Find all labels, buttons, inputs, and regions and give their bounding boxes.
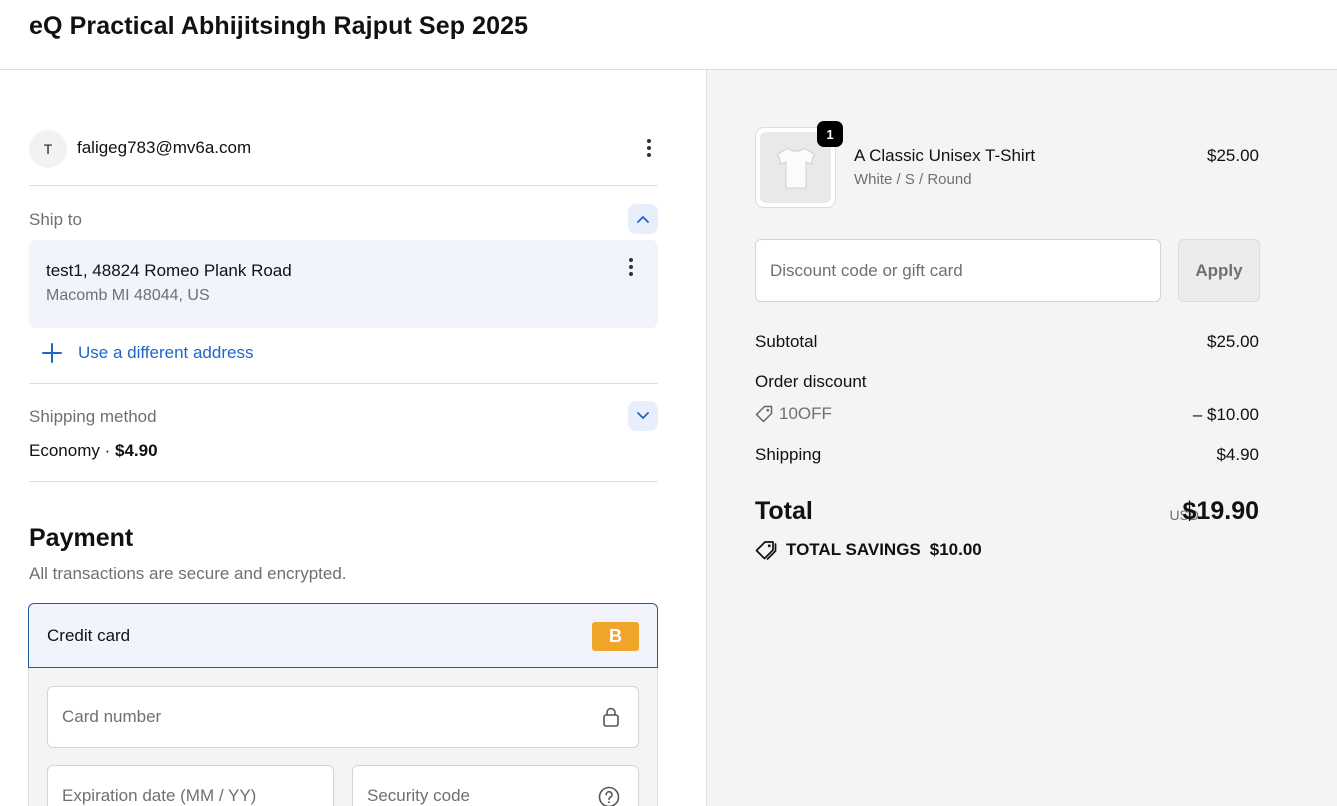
header: eQ Practical Abhijitsingh Rajput Sep 202… [0, 0, 1337, 70]
security-code-input[interactable] [367, 766, 595, 806]
tags-icon [755, 541, 777, 560]
product-price: $25.00 [1207, 146, 1259, 165]
order-summary: 1 A Classic Unisex T-Shirt White / S / R… [706, 70, 1337, 806]
expiration-date-field[interactable] [47, 765, 334, 806]
address-menu-icon[interactable] [621, 256, 641, 278]
shipping-separator: · [99, 441, 115, 460]
avatar: T [29, 130, 67, 168]
security-code-field[interactable] [352, 765, 639, 806]
payment-title: Payment [29, 524, 134, 552]
shipping-value: $4.90 [1216, 445, 1259, 464]
subtotal-value: $25.00 [1207, 332, 1259, 351]
total-savings-value: $10.00 [929, 540, 982, 559]
credit-card-form [28, 668, 658, 806]
total-value: $19.90 [1182, 497, 1259, 525]
use-different-address-link[interactable]: Use a different address [41, 342, 253, 364]
discount-value: – $10.00 [1192, 405, 1259, 424]
help-circle-icon[interactable] [598, 786, 620, 806]
divider [29, 383, 658, 384]
selected-address-card[interactable]: test1, 48824 Romeo Plank Road Macomb MI … [29, 240, 658, 328]
product-name: A Classic Unisex T-Shirt [854, 146, 1036, 165]
shipping-method-value: Economy · $4.90 [29, 441, 158, 461]
subtotal-label: Subtotal [755, 332, 818, 351]
total-savings-label: TOTAL SAVINGS [786, 540, 921, 559]
expiration-date-input[interactable] [62, 766, 290, 806]
divider [29, 481, 658, 482]
shipping-method-label: Shipping method [29, 407, 157, 426]
checkout-main: T faligeg783@mv6a.com Ship to test1, 488… [0, 70, 706, 806]
address-line1: test1, 48824 Romeo Plank Road [46, 261, 292, 280]
shipping-method-name: Economy [29, 441, 100, 460]
total-savings: TOTAL SAVINGS $10.00 [755, 540, 982, 560]
tag-icon [755, 405, 773, 423]
chevron-down-icon [637, 412, 649, 419]
shipping-label: Shipping [755, 445, 822, 464]
plus-icon [42, 343, 62, 363]
apply-discount-button[interactable]: Apply [1178, 239, 1260, 302]
ship-to-collapse-button[interactable] [628, 204, 658, 234]
card-number-input[interactable] [62, 687, 534, 747]
discount-field[interactable] [755, 239, 1161, 302]
credit-card-label: Credit card [47, 626, 131, 645]
payment-subtitle: All transactions are secure and encrypte… [29, 564, 347, 583]
shipping-method-price: $4.90 [114, 441, 158, 460]
total-label: Total [755, 497, 813, 525]
chevron-up-icon [637, 216, 649, 223]
card-brand-badge: B [592, 622, 639, 651]
account-menu-icon[interactable] [639, 137, 659, 159]
account-email: faligeg783@mv6a.com [77, 138, 252, 157]
use-different-address-label: Use a different address [78, 343, 254, 362]
ship-to-label: Ship to [29, 210, 82, 229]
address-line2: Macomb MI 48044, US [46, 287, 210, 304]
lock-icon [602, 707, 620, 727]
order-discount-label: Order discount [755, 372, 867, 391]
discount-code-row: 10OFF [755, 404, 832, 424]
quantity-badge: 1 [817, 121, 843, 147]
shipping-method-expand-button[interactable] [628, 401, 658, 431]
credit-card-option[interactable]: Credit card B [28, 603, 658, 668]
product-variant: White / S / Round [854, 171, 972, 188]
discount-code: 10OFF [779, 404, 832, 423]
card-number-field[interactable] [47, 686, 639, 748]
divider [29, 185, 658, 186]
store-title[interactable]: eQ Practical Abhijitsingh Rajput Sep 202… [29, 12, 528, 41]
discount-input[interactable] [770, 240, 1140, 301]
